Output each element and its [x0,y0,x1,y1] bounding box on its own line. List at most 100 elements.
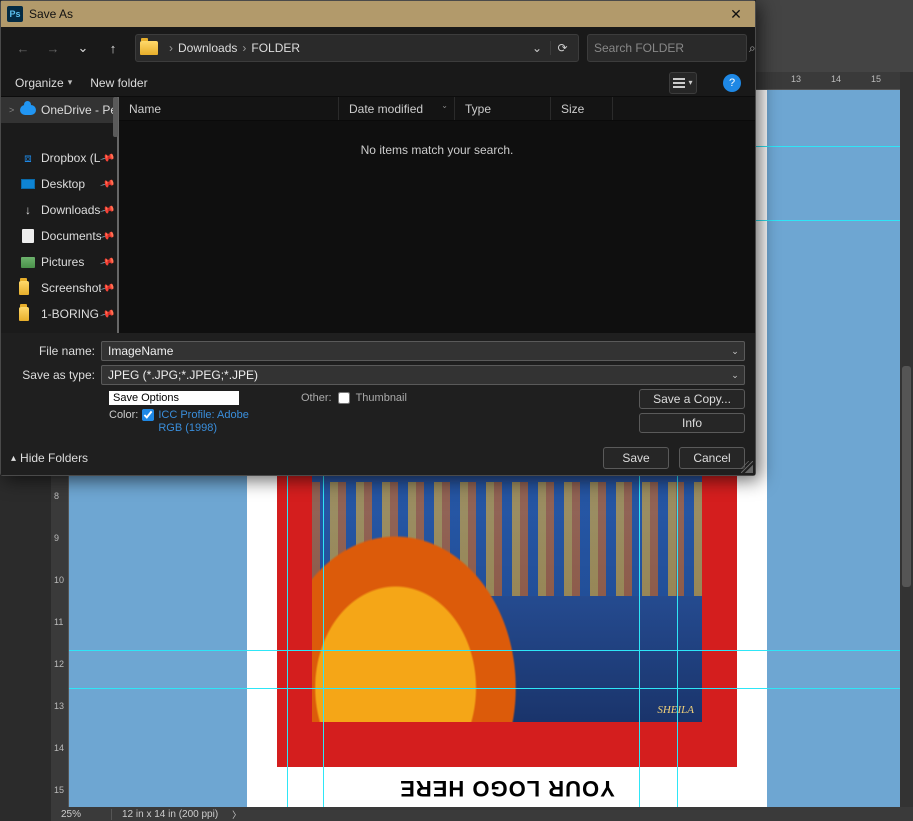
view-mode-button[interactable]: ▾ [669,72,697,94]
ruler-tick: 11 [54,618,66,627]
ruler-tick: 14 [831,74,841,84]
document-dimensions[interactable]: 12 in x 14 in (200 ppi) [111,809,228,820]
dialog-titlebar[interactable]: Ps Save As ✕ [1,1,755,27]
toolbar-strip-remnant [756,0,913,72]
pin-icon: 📌 [99,228,115,244]
folder-icon [19,307,37,321]
other-label: Other: [301,392,332,404]
address-bar[interactable]: › Downloads › FOLDER ⌄ ⟳ [135,34,579,62]
nav-back-button[interactable]: ← [9,34,37,62]
dialog-title: Save As [29,7,73,21]
status-bar: 25% 12 in x 14 in (200 ppi) 〉 [51,807,913,821]
dl-icon [19,203,37,217]
ruler-tick: 13 [54,702,66,711]
new-folder-button[interactable]: New folder [90,76,147,90]
tree-item[interactable]: Desktop📌 [1,171,117,197]
chevron-down-icon[interactable]: ⌄ [728,368,742,382]
tree-item[interactable]: Pictures📌 [1,249,117,275]
pic-icon [19,255,37,269]
folder-icon [19,281,37,295]
ruler-tick: 12 [54,660,66,669]
search-box[interactable]: ⌕ [587,34,747,62]
chevron-down-icon[interactable]: ⌄ [728,344,742,358]
breadcrumb-downloads[interactable]: Downloads [176,41,239,55]
thumbnail-label: Thumbnail [356,392,407,404]
tree-scrollbar-thumb[interactable] [113,97,118,137]
help-button[interactable]: ? [723,74,741,92]
organize-menu[interactable]: Organize [15,76,72,90]
ruler-tick: 8 [54,492,66,501]
breadcrumb-sep[interactable]: › [239,41,249,55]
tree-item[interactable]: Downloads📌 [1,197,117,223]
status-more-icon[interactable]: 〉 [232,808,241,821]
savetype-dropdown[interactable]: JPEG (*.JPG;*.JPEG;*.JPE) ⌄ [101,365,745,385]
photoshop-icon: Ps [7,6,23,22]
search-icon[interactable]: ⌕ [749,41,756,56]
ruler-tick: 14 [54,744,66,753]
nav-bar: ← → ⌄ ↑ › Downloads › FOLDER ⌄ ⟳ ⌕ [1,27,755,69]
tree-item-label: Pictures [41,255,101,269]
cloud-icon [19,103,37,117]
column-headers: Name Date modified⌄ Type Size [119,97,755,121]
tree-item[interactable]: 1-BORING W📌 [1,301,117,327]
icc-profile-text: ICC Profile: AdobeRGB (1998) [158,409,249,435]
tree-item[interactable]: Documents📌 [1,223,117,249]
ruler-tick: 15 [54,786,66,795]
pin-icon: 📌 [99,306,115,322]
col-size[interactable]: Size [551,97,613,120]
file-list[interactable]: Name Date modified⌄ Type Size No items m… [119,97,755,333]
tree-item[interactable]: >OneDrive - Perso [1,97,117,123]
resize-grip-icon[interactable] [741,461,753,473]
save-as-dialog: Ps Save As ✕ ← → ⌄ ↑ › Downloads › FOLDE… [0,0,756,476]
tree-item-label: Screenshots [41,281,101,295]
tree-item[interactable]: Dropbox (Lun📌 [1,145,117,171]
refresh-button[interactable]: ⟳ [550,41,574,55]
tree-item[interactable]: Screenshots📌 [1,275,117,301]
icc-profile-checkbox[interactable] [142,409,154,421]
scrollbar-thumb[interactable] [902,366,911,587]
doc-icon [19,229,37,243]
save-button[interactable]: Save [603,447,669,469]
guide-line[interactable] [69,650,900,651]
close-button[interactable]: ✕ [723,6,749,23]
color-label: Color: [109,409,138,421]
ruler-tick: 13 [791,74,801,84]
zoom-level[interactable]: 25% [51,809,111,820]
save-a-copy-button[interactable]: Save a Copy... [639,389,745,409]
info-button[interactable]: Info [639,413,745,433]
db-icon [19,151,37,165]
savetype-label: Save as type: [11,368,101,382]
tree-item-label: Desktop [41,177,101,191]
hide-folders-toggle[interactable]: Hide Folders [11,451,88,465]
search-input[interactable] [594,41,749,55]
address-dropdown-icon[interactable]: ⌄ [528,41,546,55]
nav-up-button[interactable]: ↑ [99,34,127,62]
tree-item-label: Documents [41,229,101,243]
nav-forward-button[interactable]: → [39,34,67,62]
empty-state: No items match your search. [119,121,755,333]
cancel-button[interactable]: Cancel [679,447,745,469]
filename-field[interactable]: ImageName ⌄ [101,341,745,361]
col-date[interactable]: Date modified⌄ [339,97,455,120]
tree-item-label: Dropbox (Lun [41,151,101,165]
ruler-tick: 9 [54,534,66,543]
dialog-bottom-panel: File name: ImageName ⌄ Save as type: JPE… [1,333,755,475]
tree-item-label: 1-BORING W [41,307,101,321]
breadcrumb-sep[interactable]: › [166,41,176,55]
ruler-tick: 15 [871,74,881,84]
filename-label: File name: [11,344,101,358]
explorer-toolbar: Organize New folder ▾ ? [1,69,755,97]
chevron-down-icon: ▾ [688,78,692,87]
list-icon [673,78,685,88]
pin-icon: 📌 [99,202,115,218]
col-name[interactable]: Name [119,97,339,120]
vertical-scrollbar[interactable] [900,72,913,807]
desk-icon [19,177,37,191]
thumbnail-checkbox[interactable] [338,392,350,404]
nav-tree[interactable]: >OneDrive - PersoDropbox (Lun📌Desktop📌Do… [1,97,119,333]
col-type[interactable]: Type [455,97,551,120]
breadcrumb-folder[interactable]: FOLDER [249,41,302,55]
nav-recent-dropdown[interactable]: ⌄ [69,34,97,62]
expand-icon[interactable]: > [9,105,19,115]
guide-line[interactable] [69,688,900,689]
